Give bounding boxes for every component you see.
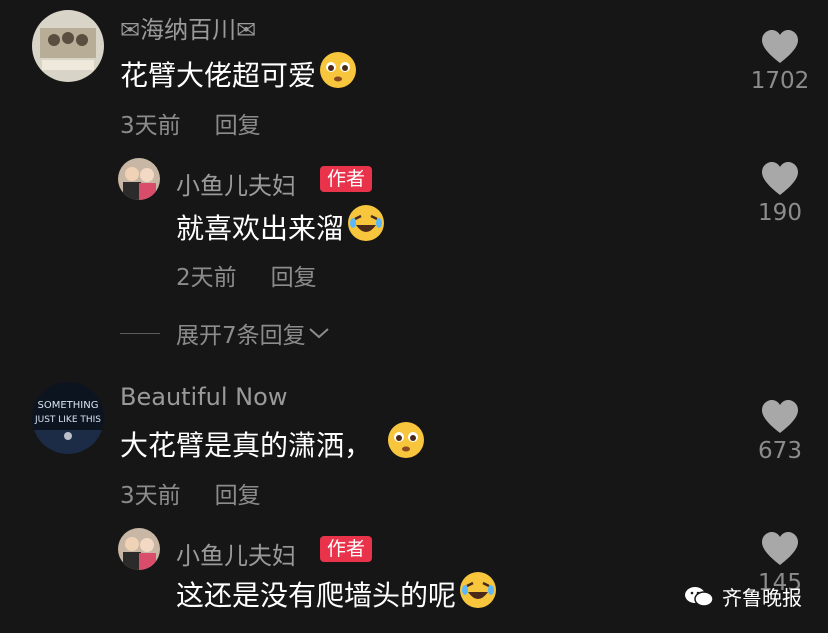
comment-text: 大花臂是真的潇洒， (120, 420, 426, 467)
watermark: 齐鲁晚报 (684, 582, 802, 611)
heart-icon (762, 532, 798, 565)
comment-time: 2天前 (176, 265, 237, 291)
author-badge: 作者 (320, 166, 373, 192)
avatar[interactable] (32, 10, 104, 82)
comment-list: ✉海纳百川✉ 花臂大佬超可爱 3天前 回复 1702 小鱼儿夫妇 作者 就喜欢出来… (0, 0, 828, 633)
comment-text: 就喜欢出来溜 (176, 203, 386, 250)
svg-text:JUST LIKE THIS: JUST LIKE THIS (34, 415, 101, 425)
reply-button[interactable]: 回复 (215, 483, 261, 509)
comment-username[interactable]: 小鱼儿夫妇 (176, 536, 296, 571)
comment-text: 这还是没有爬墙头的呢 (176, 570, 498, 617)
comment-time: 3天前 (120, 113, 181, 139)
author-badge: 作者 (320, 536, 373, 562)
wechat-icon (685, 586, 714, 607)
avatar[interactable] (118, 528, 160, 570)
like-count: 673 (758, 438, 802, 464)
svg-text:SOMETHING: SOMETHING (38, 400, 99, 411)
heart-icon (762, 162, 798, 195)
comment-username[interactable]: ✉海纳百川✉ (120, 10, 256, 45)
rofl-emoji-icon (346, 203, 386, 250)
chevron-down-icon (308, 328, 329, 339)
avatar[interactable] (118, 158, 160, 200)
expand-replies-button[interactable]: 展开7条回复 (120, 316, 330, 350)
reply-button[interactable]: 回复 (215, 113, 261, 139)
heart-icon (762, 30, 798, 63)
comment-username[interactable]: Beautiful Now (120, 383, 287, 411)
avatar[interactable]: SOMETHING JUST LIKE THIS (32, 382, 104, 454)
like-button[interactable]: 673 (745, 400, 815, 464)
pleading-face-emoji-icon (318, 50, 358, 97)
comment-time: 3天前 (120, 483, 181, 509)
pleading-face-emoji-icon (386, 420, 426, 467)
comment-text: 花臂大佬超可爱 (120, 50, 358, 97)
comment-username[interactable]: 小鱼儿夫妇 (176, 166, 296, 201)
like-button[interactable]: 1702 (745, 30, 815, 94)
heart-icon (762, 400, 798, 433)
comment-meta: 3天前 回复 (120, 106, 261, 140)
rofl-emoji-icon (458, 570, 498, 617)
like-count: 1702 (750, 68, 810, 94)
like-button[interactable]: 190 (745, 162, 815, 226)
comment-meta: 3天前 回复 (120, 476, 261, 510)
divider (120, 332, 160, 334)
like-count: 190 (758, 200, 802, 226)
reply-button[interactable]: 回复 (271, 265, 317, 291)
comment-meta: 2天前 回复 (176, 258, 317, 292)
